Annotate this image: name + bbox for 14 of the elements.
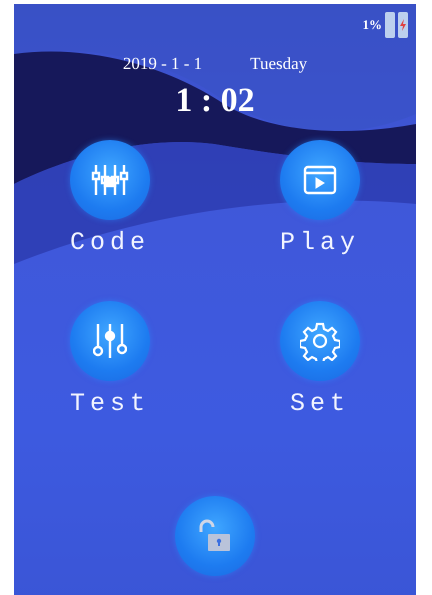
app-label: Code (70, 228, 150, 257)
clock-time: 1 : 02 (175, 82, 255, 120)
battery-percent: 1% (362, 17, 382, 33)
battery-icon (385, 12, 395, 38)
equalizer-icon (93, 322, 127, 360)
app-label: Set (290, 389, 350, 418)
charging-battery-icon (398, 12, 408, 38)
video-window-icon (303, 165, 337, 195)
app-label: Test (70, 389, 150, 418)
gear-icon (300, 321, 340, 361)
weekday-text: Tuesday (250, 54, 308, 74)
app-label: Play (280, 228, 360, 257)
unlocked-padlock-icon (197, 518, 233, 554)
sliders-icon (91, 163, 129, 197)
